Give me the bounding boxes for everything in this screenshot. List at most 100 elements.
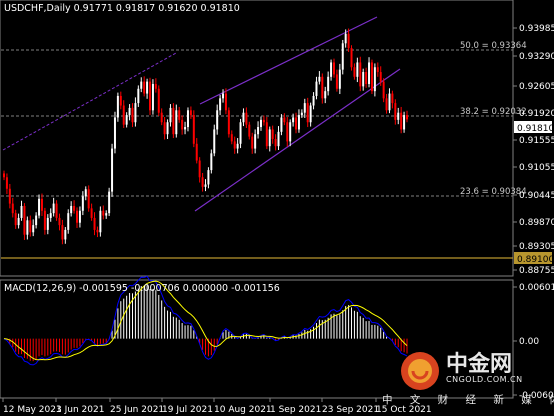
- candle-body: [341, 43, 344, 70]
- price-tick-label: 0.91055: [519, 163, 554, 173]
- time-axis: 12 May 20213 Jun 2021 25 Jun 202119 Jul 2…: [2, 398, 432, 415]
- candle-body: [113, 117, 116, 149]
- candle-body: [40, 198, 43, 211]
- candle-body: [49, 213, 52, 218]
- candle-body: [192, 115, 195, 144]
- date-label: 3 Jun 2021: [56, 405, 104, 415]
- candle-body: [52, 203, 55, 214]
- forex-chart[interactable]: USDCHF,Daily 0.91771 0.91817 0.91620 0.9…: [0, 0, 554, 416]
- candle-body: [23, 205, 26, 235]
- candle-body: [99, 210, 102, 233]
- date-label: 23 Sep 2021: [322, 405, 379, 415]
- candle-body: [406, 115, 408, 120]
- candle-body: [134, 103, 137, 123]
- candle-body: [312, 95, 315, 106]
- candle-body: [368, 62, 371, 84]
- candle-body: [184, 127, 187, 130]
- candle-body: [315, 81, 318, 96]
- candle-body: [219, 98, 222, 111]
- date-label: 15 Oct 2021: [376, 405, 432, 415]
- candle-body: [143, 81, 146, 94]
- candle-body: [297, 115, 300, 130]
- candle-body: [108, 191, 111, 214]
- fib-label-50: 50.0 = 0.93364: [460, 41, 527, 51]
- candle-body: [84, 189, 87, 197]
- candle-body: [309, 105, 312, 123]
- candle-body: [397, 112, 400, 120]
- candle-body: [227, 110, 230, 135]
- candle-body: [93, 217, 96, 230]
- candle-body: [347, 33, 350, 49]
- candle-body: [163, 122, 166, 135]
- price-tick-label: 0.92605: [519, 82, 554, 92]
- price-tick-label: 0.93985: [519, 24, 554, 34]
- candle-body: [87, 189, 90, 209]
- candle-body: [265, 122, 268, 147]
- date-label: 25 Jun 2021: [110, 405, 164, 415]
- candle-body: [14, 213, 17, 226]
- price-tick-label: 0.91920: [519, 109, 554, 119]
- watermark-domain: CNGOLD.COM.CN: [446, 375, 523, 384]
- candle-body: [64, 229, 67, 240]
- candle-body: [222, 93, 225, 99]
- price-tick-label: 0.90445: [519, 191, 554, 201]
- candle-body: [224, 93, 227, 111]
- candle-body: [283, 117, 286, 123]
- candle-body: [70, 205, 73, 214]
- candle-body: [400, 112, 403, 130]
- candle-body: [248, 124, 251, 137]
- candle-body: [67, 213, 70, 230]
- candle-body: [403, 115, 406, 130]
- candle-body: [321, 76, 324, 99]
- candle-body: [210, 153, 213, 171]
- candle-body: [382, 81, 385, 99]
- candle-body: [189, 110, 192, 116]
- candle-body: [8, 188, 11, 204]
- candle-body: [131, 107, 134, 123]
- candle-body: [198, 160, 201, 178]
- candle-body: [73, 205, 76, 211]
- candle-body: [286, 122, 289, 142]
- candle-body: [102, 210, 105, 216]
- watermark-slogan: 中 文 财 经 新 媒 体: [382, 393, 554, 406]
- candle-body: [3, 173, 5, 178]
- candle-body: [116, 95, 119, 118]
- candle-body: [35, 215, 38, 226]
- candle-body: [385, 98, 388, 111]
- candle-body: [254, 134, 257, 149]
- candle-body: [373, 67, 376, 92]
- candle-body: [128, 107, 131, 116]
- candle-body: [201, 177, 204, 187]
- candle-body: [38, 198, 41, 216]
- candle-body: [76, 210, 79, 223]
- candle-body: [257, 127, 260, 135]
- candle-body: [242, 112, 245, 123]
- candle-body: [376, 67, 379, 73]
- candle-body: [20, 205, 23, 218]
- candle-body: [259, 119, 262, 128]
- candle-body: [292, 117, 295, 123]
- chart-title: USDCHF,Daily 0.91771 0.91817 0.91620 0.9…: [4, 3, 240, 14]
- candle-body: [169, 107, 172, 123]
- candle-body: [149, 81, 152, 111]
- candle-body: [157, 88, 160, 113]
- candle-body: [175, 110, 178, 135]
- candle-body: [140, 81, 143, 89]
- candle-body: [295, 117, 298, 130]
- macd-title: MACD(12,26,9) -0.001595 -0.000706 0.0000…: [4, 283, 280, 294]
- candle-body: [78, 210, 81, 223]
- candle-body: [335, 74, 338, 89]
- cngold-watermark: 中金网 CNGOLD.COM.CN 中 文 财 经 新 媒 体: [382, 351, 554, 406]
- price-tick-label: 0.89305: [519, 242, 554, 252]
- price-axis: 0.93985 0.93290 0.92605 0.91920 0.91555 0.910…: [513, 24, 554, 276]
- macd-tick-label: 0.006013: [519, 283, 554, 293]
- candle-body: [359, 62, 362, 87]
- price-panel: [0, 0, 514, 277]
- candle-body: [330, 62, 333, 77]
- candle-body: [353, 67, 356, 77]
- candle-body: [119, 95, 122, 106]
- candle-body: [26, 220, 29, 235]
- date-label: 19 Jul 2021: [162, 405, 213, 415]
- candle-body: [32, 225, 35, 233]
- fib-label-38: 38.2 = 0.92032: [460, 107, 527, 117]
